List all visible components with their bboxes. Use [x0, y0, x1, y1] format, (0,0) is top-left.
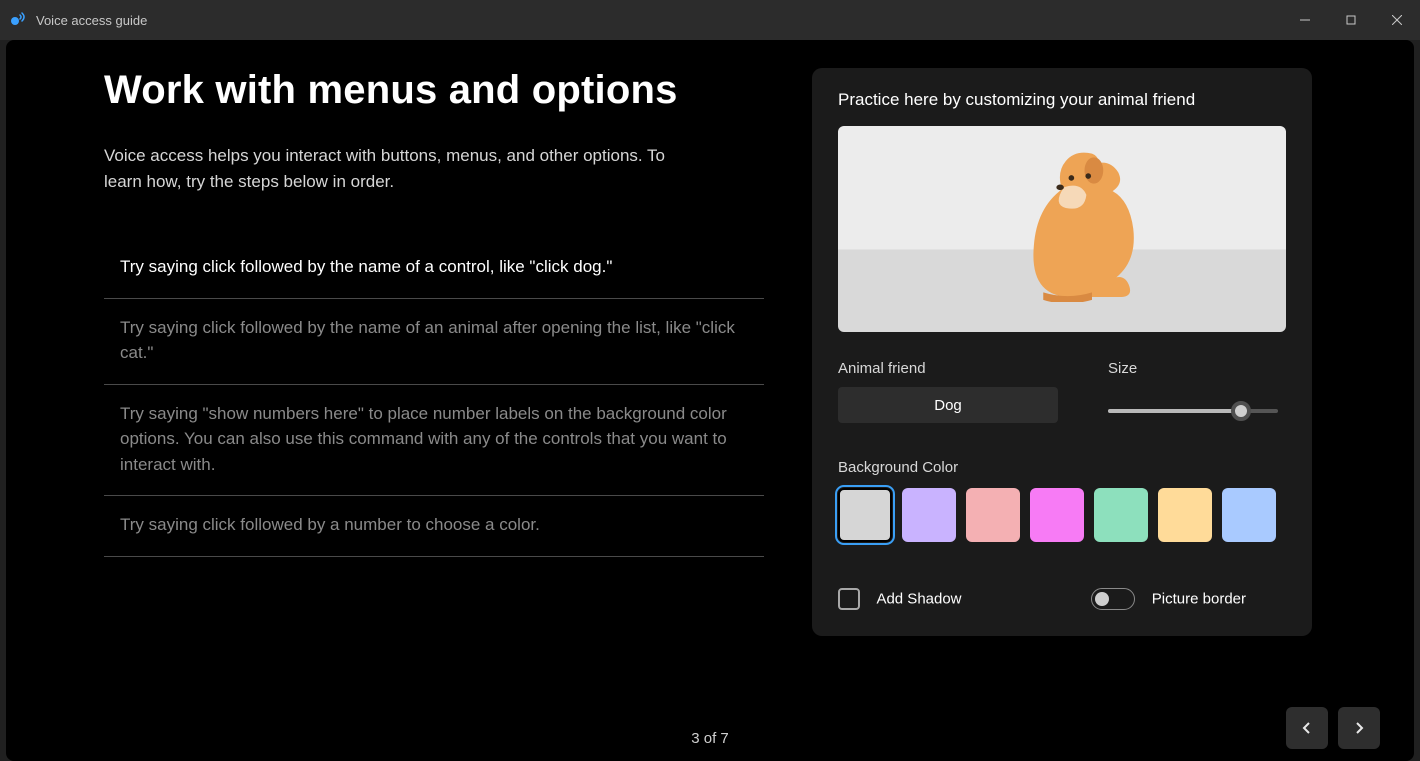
bg-color-label: Background Color — [838, 459, 1286, 476]
intro-text: Voice access helps you interact with but… — [104, 143, 704, 194]
picture-border-control[interactable]: Picture border — [1091, 588, 1246, 610]
close-button[interactable] — [1374, 0, 1420, 40]
titlebar: Voice access guide — [0, 0, 1420, 40]
color-swatch-4[interactable] — [1030, 488, 1084, 542]
animal-preview — [838, 126, 1286, 332]
page: Work with menus and options Voice access… — [6, 40, 1414, 761]
step-item-3[interactable]: Try saying "show numbers here" to place … — [104, 385, 764, 497]
minimize-button[interactable] — [1282, 0, 1328, 40]
step-item-2[interactable]: Try saying click followed by the name of… — [104, 299, 764, 385]
size-slider-group: Size — [1108, 360, 1278, 423]
step-list: Try saying click followed by the name of… — [104, 238, 764, 557]
step-item-4[interactable]: Try saying click followed by a number to… — [104, 496, 764, 557]
practice-panel: Practice here by customizing your animal… — [812, 68, 1378, 741]
size-label: Size — [1108, 360, 1278, 377]
page-counter: 3 of 7 — [691, 730, 729, 747]
add-shadow-checkbox[interactable] — [838, 588, 860, 610]
picture-border-label: Picture border — [1152, 591, 1246, 608]
chevron-left-icon — [1300, 721, 1314, 735]
voice-access-icon — [10, 12, 26, 28]
color-swatch-6[interactable] — [1158, 488, 1212, 542]
size-slider-thumb[interactable] — [1231, 401, 1251, 421]
step-item-1[interactable]: Try saying click followed by the name of… — [104, 238, 764, 299]
color-swatch-1[interactable] — [838, 488, 892, 542]
color-swatch-2[interactable] — [902, 488, 956, 542]
chevron-right-icon — [1352, 721, 1366, 735]
color-swatch-7[interactable] — [1222, 488, 1276, 542]
animal-dropdown[interactable]: Dog — [838, 387, 1058, 423]
page-title: Work with menus and options — [104, 68, 764, 113]
add-shadow-label: Add Shadow — [876, 591, 961, 608]
next-button[interactable] — [1338, 707, 1380, 749]
animal-select-group: Animal friend Dog — [838, 360, 1058, 423]
size-slider[interactable] — [1108, 409, 1278, 413]
prev-button[interactable] — [1286, 707, 1328, 749]
practice-heading: Practice here by customizing your animal… — [838, 90, 1286, 110]
dog-icon — [987, 142, 1137, 302]
animal-label: Animal friend — [838, 360, 1058, 377]
picture-border-toggle[interactable] — [1091, 588, 1135, 610]
practice-card: Practice here by customizing your animal… — [812, 68, 1312, 636]
maximize-button[interactable] — [1328, 0, 1374, 40]
color-swatches — [838, 488, 1286, 542]
color-swatch-5[interactable] — [1094, 488, 1148, 542]
window-title: Voice access guide — [36, 13, 147, 28]
color-swatch-3[interactable] — [966, 488, 1020, 542]
add-shadow-control[interactable]: Add Shadow — [838, 588, 962, 610]
size-slider-fill — [1108, 409, 1241, 413]
instructions-panel: Work with menus and options Voice access… — [104, 68, 764, 741]
